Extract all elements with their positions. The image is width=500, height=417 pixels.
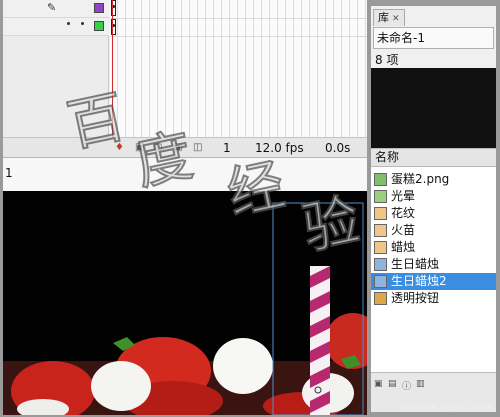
library-tab-label: 库 (378, 11, 389, 24)
list-item-label: 蜡烛 (391, 240, 416, 254)
pencil-icon: ✎ (47, 1, 57, 14)
layer-outline-color-swatch[interactable] (94, 3, 104, 13)
layer-outline-color-swatch[interactable] (94, 21, 104, 31)
svg-text:度: 度 (130, 123, 198, 198)
list-item-label: 火苗 (391, 223, 416, 237)
list-item-label: 花纹 (391, 206, 416, 220)
list-item[interactable]: 生日蜡烛 (371, 256, 496, 273)
library-item-list: 蛋糕2.png 光晕 花纹 火苗 蜡烛 生日蜡烛 生日蜡烛2 透明按钮 (371, 167, 496, 372)
symbol-preview (371, 68, 496, 148)
item-count: 8 项 (375, 53, 399, 67)
lock-dot-icon[interactable] (81, 22, 84, 25)
list-item-label: 光晕 (391, 189, 416, 203)
delete-icon[interactable]: ▥ (416, 379, 425, 389)
new-folder-icon[interactable]: ▤ (388, 379, 397, 389)
layer-row[interactable]: ✎ (3, 0, 109, 18)
list-item[interactable]: 花纹 (371, 205, 496, 222)
properties-icon[interactable]: ⓘ (402, 379, 411, 392)
watermark: 百 度 经 验 (60, 70, 380, 274)
scene-frame-label: 1 (5, 166, 13, 180)
watermark-site: jingyan.baidu.com (400, 402, 494, 413)
library-tab[interactable]: 库 ✕ (373, 9, 405, 26)
list-item-label: 透明按钮 (391, 291, 440, 305)
name-column-header[interactable]: 名称 (371, 148, 496, 167)
list-item-label: 生日蜡烛2 (391, 274, 447, 288)
button-symbol-icon (374, 292, 387, 305)
list-item[interactable]: 蜡烛 (371, 239, 496, 256)
document-select[interactable]: 未命名-1 (373, 27, 494, 49)
close-icon[interactable]: ✕ (392, 14, 400, 24)
list-item[interactable]: 透明按钮 (371, 290, 496, 307)
svg-text:验: 验 (297, 187, 365, 262)
list-item[interactable]: 光晕 (371, 188, 496, 205)
list-item-label: 生日蜡烛 (391, 257, 440, 271)
new-symbol-icon[interactable]: ▣ (374, 379, 383, 389)
svg-text:经: 经 (222, 152, 290, 227)
watermark-logo: 百 度 经 验 (61, 83, 366, 263)
list-item[interactable]: 蛋糕2.png (371, 171, 496, 188)
list-item[interactable]: 火苗 (371, 222, 496, 239)
library-panel: 库 ✕ 未命名-1 8 项 名称 蛋糕2.png 光晕 花纹 火苗 蜡烛 生日蜡烛 (370, 5, 497, 413)
list-item-selected[interactable]: 生日蜡烛2 (371, 273, 496, 290)
svg-text:百: 百 (62, 84, 130, 159)
visibility-dot-icon[interactable] (67, 22, 70, 25)
movieclip-symbol-icon (374, 275, 387, 288)
list-item-label: 蛋糕2.png (391, 172, 450, 186)
layer-row[interactable] (3, 18, 109, 36)
